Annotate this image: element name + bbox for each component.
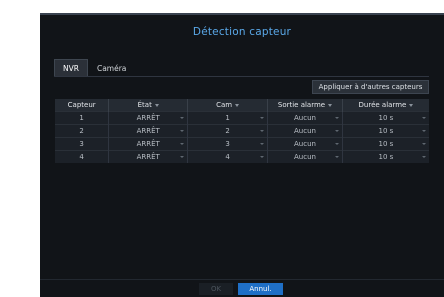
dropdown-caret-icon	[260, 143, 265, 145]
cell-capteur: 3	[55, 137, 110, 151]
table-row: 4 ARRÊT 4 Aucun 10 s	[55, 150, 429, 163]
duree-alarme-dropdown[interactable]: 10 s	[342, 124, 429, 138]
duree-alarme-dropdown[interactable]: 10 s	[342, 137, 429, 151]
table-row: 1 ARRÊT 1 Aucun 10 s	[55, 111, 429, 125]
cam-dropdown[interactable]: 1	[187, 111, 269, 125]
tab-divider	[54, 76, 429, 77]
dropdown-caret-icon	[328, 103, 333, 107]
dropdown-caret-icon	[180, 130, 185, 132]
dropdown-caret-icon	[334, 156, 339, 158]
dropdown-caret-icon	[260, 156, 265, 158]
table-row: 3 ARRÊT 3 Aucun 10 s	[55, 137, 429, 151]
sortie-alarme-dropdown[interactable]: Aucun	[267, 111, 343, 125]
cell-capteur: 4	[55, 150, 110, 163]
sortie-alarme-dropdown[interactable]: Aucun	[267, 137, 343, 151]
sortie-alarme-dropdown[interactable]: Aucun	[267, 124, 343, 138]
dropdown-caret-icon	[409, 103, 414, 107]
dropdown-caret-icon	[422, 117, 426, 119]
dropdown-caret-icon	[235, 103, 240, 107]
cancel-button[interactable]: Annul.	[238, 283, 283, 295]
apply-to-other-sensors-button[interactable]: Appliquer à d'autres capteurs	[312, 80, 429, 94]
dropdown-caret-icon	[422, 143, 426, 145]
etat-dropdown[interactable]: ARRÊT	[108, 137, 189, 151]
dropdown-caret-icon	[334, 117, 339, 119]
cell-capteur: 2	[55, 124, 110, 138]
cam-dropdown[interactable]: 3	[187, 137, 269, 151]
etat-dropdown[interactable]: ARRÊT	[108, 150, 189, 163]
duree-alarme-dropdown[interactable]: 10 s	[342, 150, 429, 163]
sensor-detection-dialog: Détection capteur NVR Caméra Appliquer à…	[40, 13, 444, 297]
sensor-table: Capteur État Cam Sortie alarme Durée ala…	[55, 99, 429, 163]
cell-capteur: 1	[55, 111, 110, 125]
tab-bar: NVR Caméra	[54, 59, 135, 77]
dropdown-caret-icon	[180, 143, 185, 145]
dropdown-caret-icon	[422, 156, 426, 158]
duree-alarme-dropdown[interactable]: 10 s	[342, 111, 429, 125]
header-sortie-alarme[interactable]: Sortie alarme	[267, 99, 343, 112]
header-duree-alarme[interactable]: Durée alarme	[342, 99, 429, 112]
header-etat[interactable]: État	[108, 99, 189, 112]
header-cam[interactable]: Cam	[187, 99, 269, 112]
table-row: 2 ARRÊT 2 Aucun 10 s	[55, 124, 429, 138]
dropdown-caret-icon	[154, 103, 159, 107]
dropdown-caret-icon	[260, 130, 265, 132]
tab-nvr[interactable]: NVR	[54, 59, 88, 76]
sortie-alarme-dropdown[interactable]: Aucun	[267, 150, 343, 163]
dropdown-caret-icon	[180, 156, 185, 158]
ok-button[interactable]: OK	[199, 283, 233, 295]
dialog-title: Détection capteur	[192, 26, 292, 38]
footer-divider	[40, 279, 444, 280]
dialog-top-border	[40, 13, 444, 15]
dropdown-caret-icon	[334, 143, 339, 145]
cam-dropdown[interactable]: 4	[187, 150, 269, 163]
table-header-row: Capteur État Cam Sortie alarme Durée ala…	[55, 99, 429, 112]
etat-dropdown[interactable]: ARRÊT	[108, 124, 189, 138]
etat-dropdown[interactable]: ARRÊT	[108, 111, 189, 125]
tab-camera[interactable]: Caméra	[88, 59, 135, 76]
dropdown-caret-icon	[180, 117, 185, 119]
cam-dropdown[interactable]: 2	[187, 124, 269, 138]
dropdown-caret-icon	[422, 130, 426, 132]
dropdown-caret-icon	[334, 130, 339, 132]
header-capteur: Capteur	[55, 99, 110, 112]
dropdown-caret-icon	[260, 117, 265, 119]
